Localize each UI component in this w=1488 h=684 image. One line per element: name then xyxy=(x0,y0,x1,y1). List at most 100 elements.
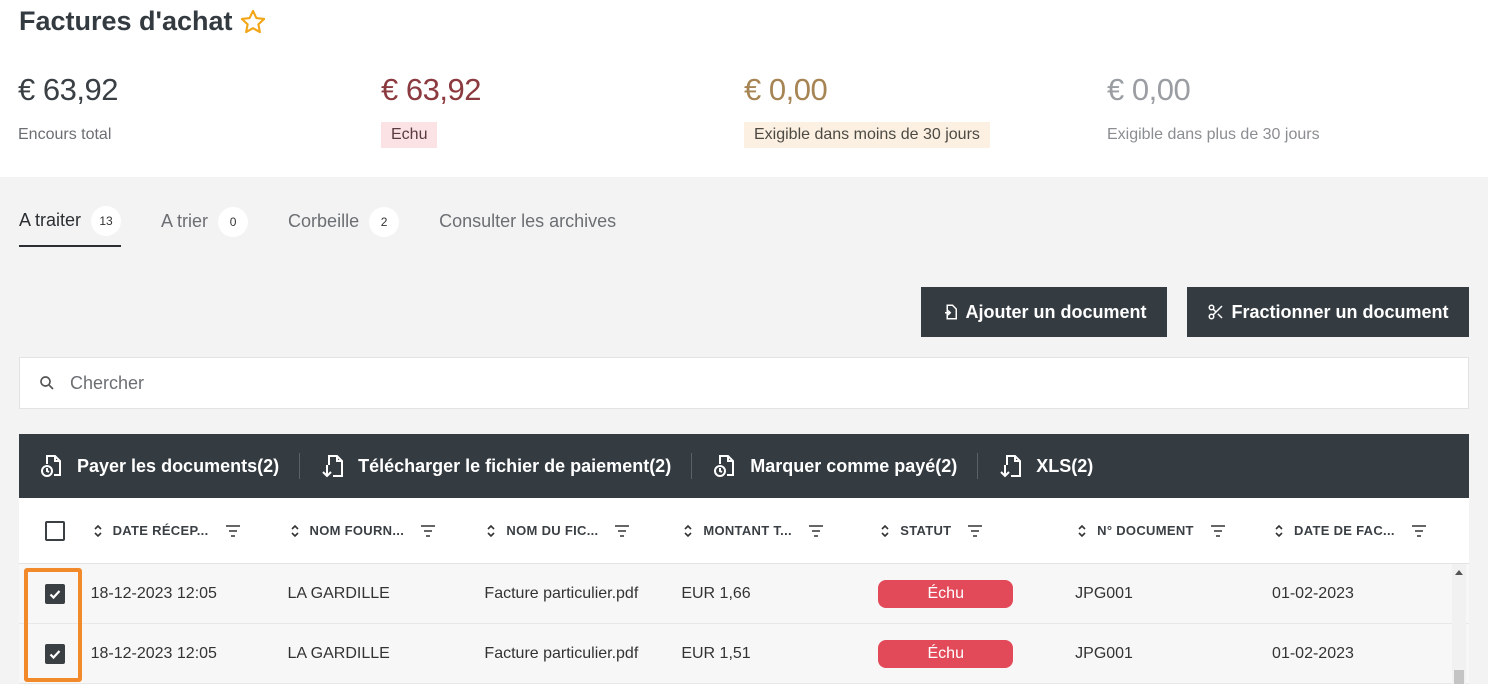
cell-invoice-date: 01-02-2023 xyxy=(1272,644,1354,662)
filter-icon[interactable] xyxy=(808,524,824,538)
stat-total-outstanding: € 63,92 Encours total xyxy=(18,72,118,148)
stat-amount: € 0,00 xyxy=(1107,72,1191,107)
filter-icon[interactable] xyxy=(225,524,241,538)
split-document-button[interactable]: Fractionner un document xyxy=(1187,287,1469,337)
column-title: NOM DU FIC... xyxy=(506,523,599,538)
cell-document-number: JPG001 xyxy=(1075,644,1133,662)
stat-amount: € 63,92 xyxy=(18,72,118,107)
tab-count-badge: 2 xyxy=(369,206,400,237)
status-badge: Échu xyxy=(878,579,1014,608)
action-separator xyxy=(691,453,693,479)
column-title: N° DOCUMENT xyxy=(1097,523,1194,538)
tab-count-badge: 0 xyxy=(218,206,249,237)
cell-amount: EUR 1,51 xyxy=(681,644,751,662)
select-all-checkbox[interactable] xyxy=(44,520,65,541)
tab-label: Consulter les archives xyxy=(439,211,617,231)
cell-status: Échu xyxy=(878,579,1075,608)
column-header[interactable]: DATE RÉCEP... xyxy=(91,523,288,538)
tab-count-badge: 13 xyxy=(91,205,122,236)
xls-export-action[interactable]: XLS(2) xyxy=(998,453,1093,479)
tab-label: A trier xyxy=(161,211,209,231)
pay-document-icon xyxy=(41,455,61,477)
filter-icon[interactable] xyxy=(1411,524,1427,538)
stat-label: Echu xyxy=(381,122,438,148)
add-document-label: Ajouter un document xyxy=(965,301,1147,322)
column-header[interactable]: MONTANT T... xyxy=(681,523,878,538)
search-icon xyxy=(40,376,54,390)
search-bar xyxy=(19,357,1469,409)
add-file-icon xyxy=(944,304,957,320)
xls-download-icon xyxy=(1000,455,1022,478)
stat-label: Exigible dans plus de 30 jours xyxy=(1107,126,1320,143)
add-document-button[interactable]: Ajouter un document xyxy=(921,287,1167,337)
column-header[interactable]: NOM FOURN... xyxy=(288,523,485,538)
column-header[interactable]: STATUT xyxy=(878,523,1075,538)
pay-documents-action[interactable]: Payer les documents(2) xyxy=(39,453,279,479)
stat-due-under-30: € 0,00 Exigible dans moins de 30 jours xyxy=(744,72,990,148)
column-header[interactable]: N° DOCUMENT xyxy=(1075,523,1272,538)
row-checkbox[interactable] xyxy=(44,583,65,604)
cell-document-number: JPG001 xyxy=(1075,584,1133,602)
sort-icon[interactable] xyxy=(1272,524,1286,538)
mark-paid-icon xyxy=(714,455,735,477)
download-icon xyxy=(322,455,344,478)
row-select-cell xyxy=(19,583,91,604)
sort-icon[interactable] xyxy=(91,524,105,538)
column-title: DATE RÉCEP... xyxy=(112,523,209,538)
cell-file-name[interactable]: Facture particulier.pdf xyxy=(484,645,681,663)
table-header: DATE RÉCEP... NOM FOURN... NOM DU FIC...… xyxy=(19,498,1469,564)
stat-due-over-30: € 0,00 Exigible dans plus de 30 jours xyxy=(1107,72,1320,148)
column-title: MONTANT T... xyxy=(703,523,792,538)
scissors-icon xyxy=(1208,304,1224,320)
filter-icon[interactable] xyxy=(967,524,983,538)
bulk-action-bar: Payer les documents(2) Télécharger le fi… xyxy=(19,434,1469,498)
tab-corbeille[interactable]: Corbeille 2 xyxy=(288,206,400,247)
status-badge: Échu xyxy=(878,639,1014,668)
tab-consulter-archives[interactable]: Consulter les archives xyxy=(439,206,616,247)
column-title: NOM FOURN... xyxy=(309,523,405,538)
tab-label: Corbeille xyxy=(288,211,360,231)
cell-supplier-name: LA GARDILLE xyxy=(287,584,390,602)
search-input[interactable] xyxy=(70,372,1370,394)
table-row[interactable]: 18-12-2023 12:05 LA GARDILLE Facture par… xyxy=(19,564,1469,624)
checkmark-icon xyxy=(49,649,61,659)
table-scrollbar[interactable] xyxy=(1452,564,1466,684)
sort-icon[interactable] xyxy=(484,524,498,538)
stat-amount: € 63,92 xyxy=(381,72,481,107)
row-checkbox[interactable] xyxy=(44,643,65,664)
action-label: Télécharger le fichier de paiement(2) xyxy=(358,455,672,476)
row-select-cell xyxy=(19,643,91,664)
filter-icon[interactable] xyxy=(420,524,436,538)
cell-supplier-name: LA GARDILLE xyxy=(287,644,390,662)
cell-status: Échu xyxy=(878,639,1075,668)
summary-panel: Factures d'achat € 63,92 Encours total €… xyxy=(0,0,1488,177)
scroll-up-arrow-icon[interactable] xyxy=(1455,570,1463,575)
checkmark-icon xyxy=(49,589,61,599)
tab-label: A traiter xyxy=(19,210,82,230)
page-title: Factures d'achat xyxy=(19,6,233,36)
cell-file-name[interactable]: Facture particulier.pdf xyxy=(484,585,681,603)
tab-a-traiter[interactable]: A traiter 13 xyxy=(19,205,122,247)
page-title-row: Factures d'achat xyxy=(19,6,267,37)
select-all-cell xyxy=(19,520,91,541)
sort-icon[interactable] xyxy=(288,524,302,538)
download-payment-file-action[interactable]: Télécharger le fichier de paiement(2) xyxy=(320,453,671,479)
sort-icon[interactable] xyxy=(1075,524,1089,538)
sort-icon[interactable] xyxy=(878,524,892,538)
mark-paid-action[interactable]: Marquer comme payé(2) xyxy=(712,453,957,479)
cell-reception-date: 18-12-2023 12:05 xyxy=(90,644,217,662)
scrollbar-thumb[interactable] xyxy=(1454,670,1464,684)
table-row[interactable]: 18-12-2023 12:05 LA GARDILLE Facture par… xyxy=(19,624,1469,684)
column-header[interactable]: DATE DE FAC... xyxy=(1272,523,1469,538)
stat-label: Exigible dans moins de 30 jours xyxy=(744,122,990,148)
filter-icon[interactable] xyxy=(1210,524,1226,538)
favorite-star-icon[interactable] xyxy=(239,8,267,36)
tab-a-trier[interactable]: A trier 0 xyxy=(161,206,249,247)
column-header[interactable]: NOM DU FIC... xyxy=(484,523,681,538)
action-label: XLS(2) xyxy=(1036,455,1094,476)
cell-amount: EUR 1,66 xyxy=(681,584,751,602)
sort-icon[interactable] xyxy=(681,524,695,538)
filter-icon[interactable] xyxy=(614,524,630,538)
stat-label: Encours total xyxy=(18,126,112,143)
cell-reception-date: 18-12-2023 12:05 xyxy=(90,584,217,602)
